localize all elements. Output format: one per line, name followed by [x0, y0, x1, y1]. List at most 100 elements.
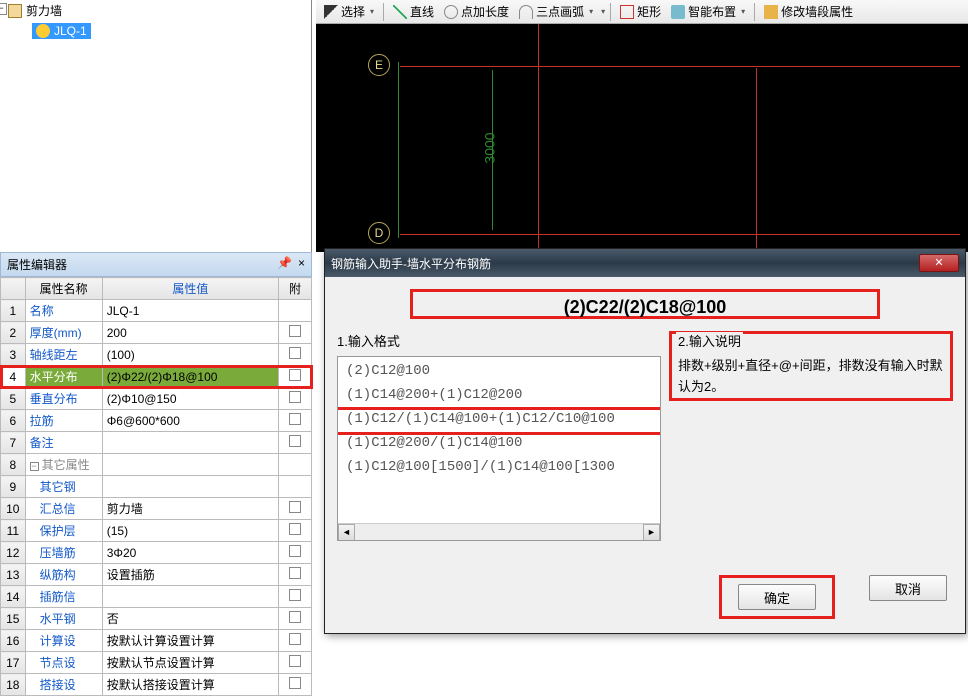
checkbox-icon[interactable]: [289, 413, 301, 425]
smart-button[interactable]: 智能布置▾: [667, 1, 749, 22]
rect-button[interactable]: 矩形: [616, 1, 665, 22]
property-row[interactable]: 7备注: [1, 432, 312, 454]
checkbox-icon[interactable]: [289, 391, 301, 403]
dialog-buttons: 确定 取消: [719, 575, 947, 619]
property-value[interactable]: 设置插筋: [102, 564, 278, 586]
property-checkbox-cell[interactable]: [278, 674, 311, 696]
tree-root-item[interactable]: 剪力墙: [4, 0, 311, 21]
format-list[interactable]: (2)C12@100(1)C14@200+(1)C12@200(1)C12/(1…: [337, 356, 661, 541]
property-row[interactable]: 11 保护层(15): [1, 520, 312, 542]
property-row[interactable]: 13 纵筋构设置插筋: [1, 564, 312, 586]
checkbox-icon[interactable]: [289, 633, 301, 645]
property-row[interactable]: 15 水平钢否: [1, 608, 312, 630]
checkbox-icon[interactable]: [289, 523, 301, 535]
property-row[interactable]: 8−其它属性: [1, 454, 312, 476]
checkbox-icon[interactable]: [289, 501, 301, 513]
cancel-button[interactable]: 取消: [869, 575, 947, 601]
property-checkbox-cell[interactable]: [278, 652, 311, 674]
checkbox-icon[interactable]: [289, 369, 301, 381]
property-row[interactable]: 1名称JLQ-1: [1, 300, 312, 322]
format-item[interactable]: (1)C14@200+(1)C12@200: [340, 383, 658, 407]
property-row[interactable]: 17 节点设按默认节点设置计算: [1, 652, 312, 674]
property-value[interactable]: 剪力墙: [102, 498, 278, 520]
property-checkbox-cell[interactable]: [278, 542, 311, 564]
line-button[interactable]: 直线: [389, 1, 438, 22]
scroll-right-button[interactable]: ►: [643, 524, 660, 541]
property-row[interactable]: 16 计算设按默认计算设置计算: [1, 630, 312, 652]
scroll-track[interactable]: [355, 524, 643, 540]
property-value[interactable]: [102, 476, 278, 498]
select-button[interactable]: 选择▾: [320, 1, 378, 22]
property-value[interactable]: 3Φ20: [102, 542, 278, 564]
property-checkbox-cell[interactable]: [278, 432, 311, 454]
property-checkbox-cell[interactable]: [278, 454, 311, 476]
property-row[interactable]: 9 其它钢: [1, 476, 312, 498]
property-checkbox-cell[interactable]: [278, 366, 311, 388]
property-checkbox-cell[interactable]: [278, 520, 311, 542]
gear-icon: [36, 24, 50, 38]
checkbox-icon[interactable]: [289, 347, 301, 359]
property-value[interactable]: 按默认计算设置计算: [102, 630, 278, 652]
property-row[interactable]: 5垂直分布(2)Φ10@150: [1, 388, 312, 410]
checkbox-icon[interactable]: [289, 567, 301, 579]
checkbox-icon[interactable]: [289, 435, 301, 447]
close-icon[interactable]: ×: [298, 256, 305, 273]
property-name: 压墙筋: [25, 542, 102, 564]
property-value[interactable]: 否: [102, 608, 278, 630]
dialog-titlebar[interactable]: 钢筋输入助手-墙水平分布钢筋 ✕: [325, 249, 965, 277]
property-value[interactable]: [102, 454, 278, 476]
property-row[interactable]: 18 搭接设按默认搭接设置计算: [1, 674, 312, 696]
checkbox-icon[interactable]: [289, 589, 301, 601]
property-value[interactable]: 200: [102, 322, 278, 344]
checkbox-icon[interactable]: [289, 611, 301, 623]
property-checkbox-cell[interactable]: [278, 344, 311, 366]
property-value[interactable]: (2)Φ22/(2)Φ18@100: [102, 366, 278, 388]
checkbox-icon[interactable]: [289, 325, 301, 337]
chevron-down-icon[interactable]: ▾: [601, 7, 605, 16]
drawing-canvas[interactable]: E D 3000: [316, 24, 968, 252]
format-item[interactable]: (1)C12/(1)C14@100+(1)C12/C10@100: [340, 407, 658, 431]
property-value[interactable]: JLQ-1: [102, 300, 278, 322]
addlength-button[interactable]: 点加长度: [440, 1, 513, 22]
format-item[interactable]: (1)C12@100[1500]/(1)C14@100[1300: [340, 455, 658, 479]
property-value[interactable]: 按默认节点设置计算: [102, 652, 278, 674]
property-row[interactable]: 14 插筋信: [1, 586, 312, 608]
property-row[interactable]: 6拉筋Φ6@600*600: [1, 410, 312, 432]
property-value[interactable]: [102, 586, 278, 608]
property-checkbox-cell[interactable]: [278, 608, 311, 630]
property-checkbox-cell[interactable]: [278, 388, 311, 410]
property-checkbox-cell[interactable]: [278, 322, 311, 344]
arc3-button[interactable]: 三点画弧▾: [515, 1, 597, 22]
format-item[interactable]: (2)C12@100: [340, 359, 658, 383]
collapse-icon[interactable]: −: [30, 462, 39, 471]
property-value[interactable]: (15): [102, 520, 278, 542]
property-checkbox-cell[interactable]: [278, 300, 311, 322]
tree-child-item[interactable]: JLQ-1: [32, 23, 91, 39]
format-item[interactable]: (1)C12@200/(1)C14@100: [340, 431, 658, 455]
property-row[interactable]: 10 汇总信剪力墙: [1, 498, 312, 520]
checkbox-icon[interactable]: [289, 677, 301, 689]
modify-button[interactable]: 修改墙段属性: [760, 1, 857, 22]
property-checkbox-cell[interactable]: [278, 586, 311, 608]
property-checkbox-cell[interactable]: [278, 498, 311, 520]
property-checkbox-cell[interactable]: [278, 410, 311, 432]
checkbox-icon[interactable]: [289, 655, 301, 667]
property-checkbox-cell[interactable]: [278, 630, 311, 652]
ok-button[interactable]: 确定: [738, 584, 816, 610]
scrollbar-horizontal[interactable]: ◄ ►: [338, 523, 660, 540]
property-row[interactable]: 2厚度(mm)200: [1, 322, 312, 344]
property-row[interactable]: 3轴线距左(100): [1, 344, 312, 366]
property-value[interactable]: Φ6@600*600: [102, 410, 278, 432]
property-value[interactable]: [102, 432, 278, 454]
property-row[interactable]: 12 压墙筋3Φ20: [1, 542, 312, 564]
property-checkbox-cell[interactable]: [278, 476, 311, 498]
property-value[interactable]: (100): [102, 344, 278, 366]
property-value[interactable]: 按默认搭接设置计算: [102, 674, 278, 696]
property-value[interactable]: (2)Φ10@150: [102, 388, 278, 410]
close-button[interactable]: ✕: [919, 254, 959, 272]
checkbox-icon[interactable]: [289, 545, 301, 557]
pin-icon[interactable]: 📌: [277, 256, 292, 273]
scroll-left-button[interactable]: ◄: [338, 524, 355, 541]
property-row[interactable]: 4水平分布(2)Φ22/(2)Φ18@100: [1, 366, 312, 388]
property-checkbox-cell[interactable]: [278, 564, 311, 586]
